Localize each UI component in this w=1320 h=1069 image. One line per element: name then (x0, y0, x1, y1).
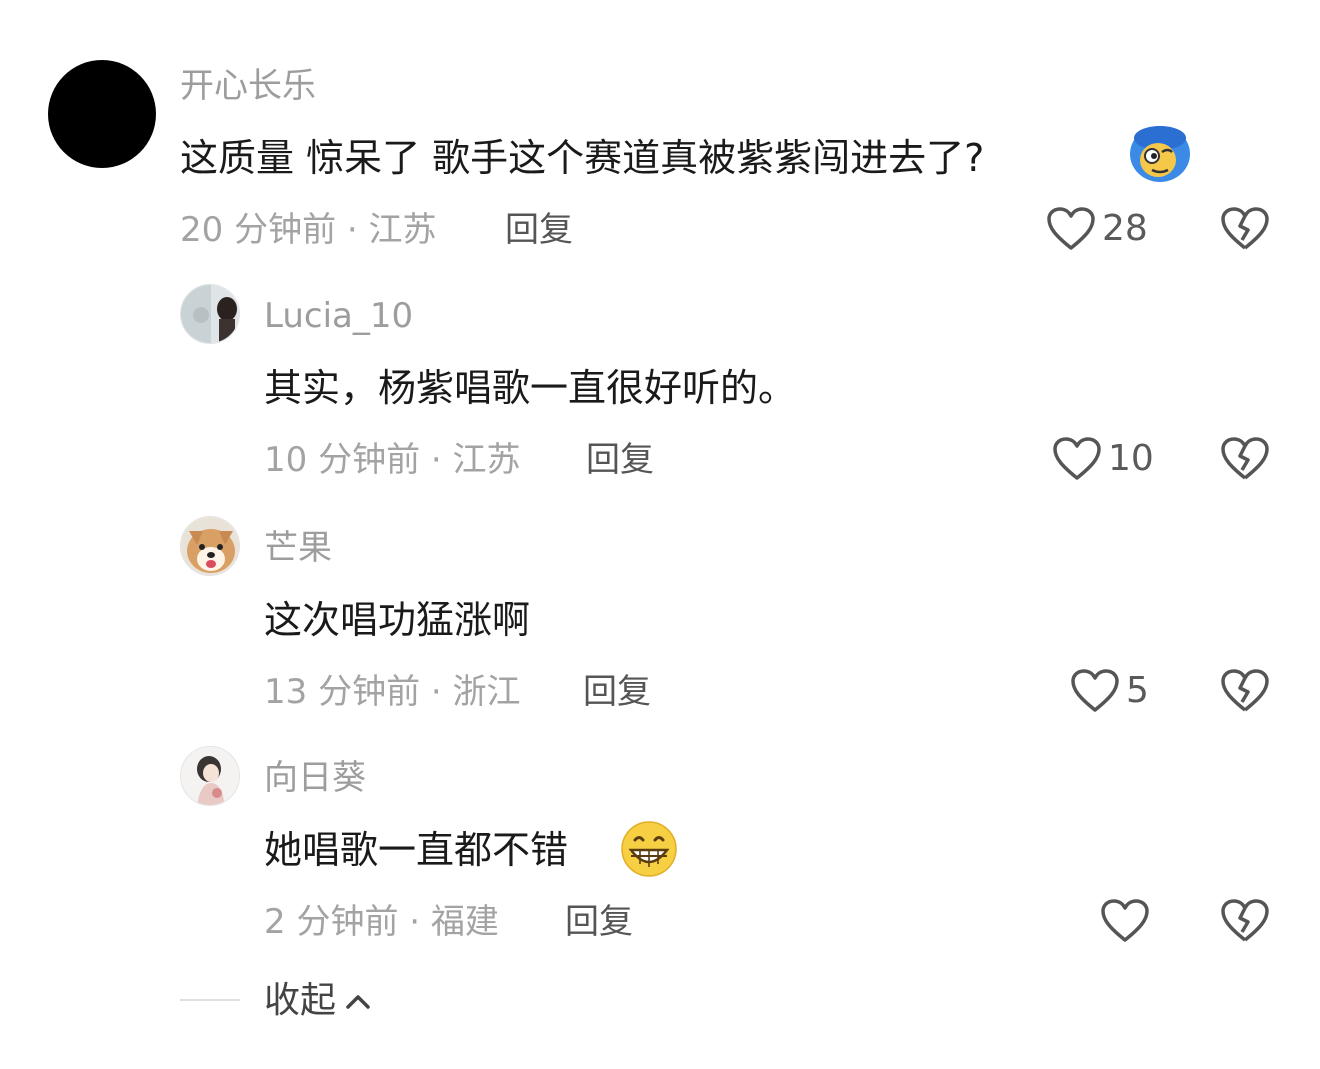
heart-icon (1052, 436, 1102, 482)
reply-location: 江苏 (452, 440, 521, 480)
heart-icon (1070, 668, 1120, 714)
reply-username[interactable]: 芒果 (264, 528, 332, 568)
blue-hair-emoji-icon (1128, 124, 1192, 186)
reply-text: 这次唱功猛涨啊 (264, 598, 531, 642)
broken-heart-icon[interactable] (1220, 436, 1270, 482)
reply-button[interactable]: 回复 (586, 440, 654, 480)
broken-heart-icon[interactable] (1220, 898, 1270, 944)
reply-button[interactable]: 回复 (505, 210, 573, 250)
divider (180, 999, 240, 1001)
reply-location: 浙江 (452, 672, 521, 712)
reply-time: 2 分钟前 (264, 902, 399, 942)
broken-heart-icon[interactable] (1220, 668, 1270, 714)
chevron-up-icon (344, 991, 372, 1011)
reply-meta: 2 分钟前 · 福建 (264, 902, 499, 942)
heart-icon (1100, 898, 1150, 944)
grinning-emoji-icon (620, 820, 678, 878)
reply-time: 13 分钟前 (264, 672, 421, 712)
like-button[interactable]: 10 (1052, 436, 1154, 482)
collapse-button[interactable]: 收起 (264, 980, 372, 1022)
separator: · (409, 902, 421, 942)
broken-heart-icon[interactable] (1220, 206, 1270, 252)
comment-location: 江苏 (368, 210, 437, 250)
reply-time: 10 分钟前 (264, 440, 421, 480)
avatar[interactable] (180, 284, 240, 344)
avatar[interactable] (48, 60, 156, 168)
reply-text: 她唱歌一直都不错 (264, 828, 569, 872)
like-button[interactable]: 5 (1070, 668, 1149, 714)
separator: · (346, 210, 358, 250)
like-count: 10 (1108, 438, 1154, 479)
heart-icon (1046, 206, 1096, 252)
separator: · (430, 672, 442, 712)
reply-username[interactable]: Lucia_10 (264, 296, 413, 336)
like-button[interactable] (1100, 898, 1156, 944)
comment-meta: 20 分钟前 · 江苏 (180, 210, 437, 250)
reply-button[interactable]: 回复 (583, 672, 651, 712)
reply-meta: 13 分钟前 · 浙江 (264, 672, 521, 712)
separator: · (430, 440, 442, 480)
reply-meta: 10 分钟前 · 江苏 (264, 440, 521, 480)
avatar[interactable] (180, 746, 240, 806)
like-count: 5 (1126, 670, 1149, 711)
collapse-label: 收起 (264, 980, 337, 1021)
like-button[interactable]: 28 (1046, 206, 1148, 252)
like-count: 28 (1102, 208, 1148, 249)
comment-username[interactable]: 开心长乐 (180, 66, 316, 106)
comment-time: 20 分钟前 (180, 210, 337, 250)
avatar[interactable] (180, 516, 240, 576)
comment-text: 这质量 惊呆了 歌手这个赛道真被紫紫闯进去了? (180, 136, 985, 180)
reply-button[interactable]: 回复 (565, 902, 633, 942)
reply-text: 其实，杨紫唱歌一直很好听的。 (264, 366, 797, 410)
reply-location: 福建 (430, 902, 499, 942)
reply-username[interactable]: 向日葵 (264, 758, 366, 798)
